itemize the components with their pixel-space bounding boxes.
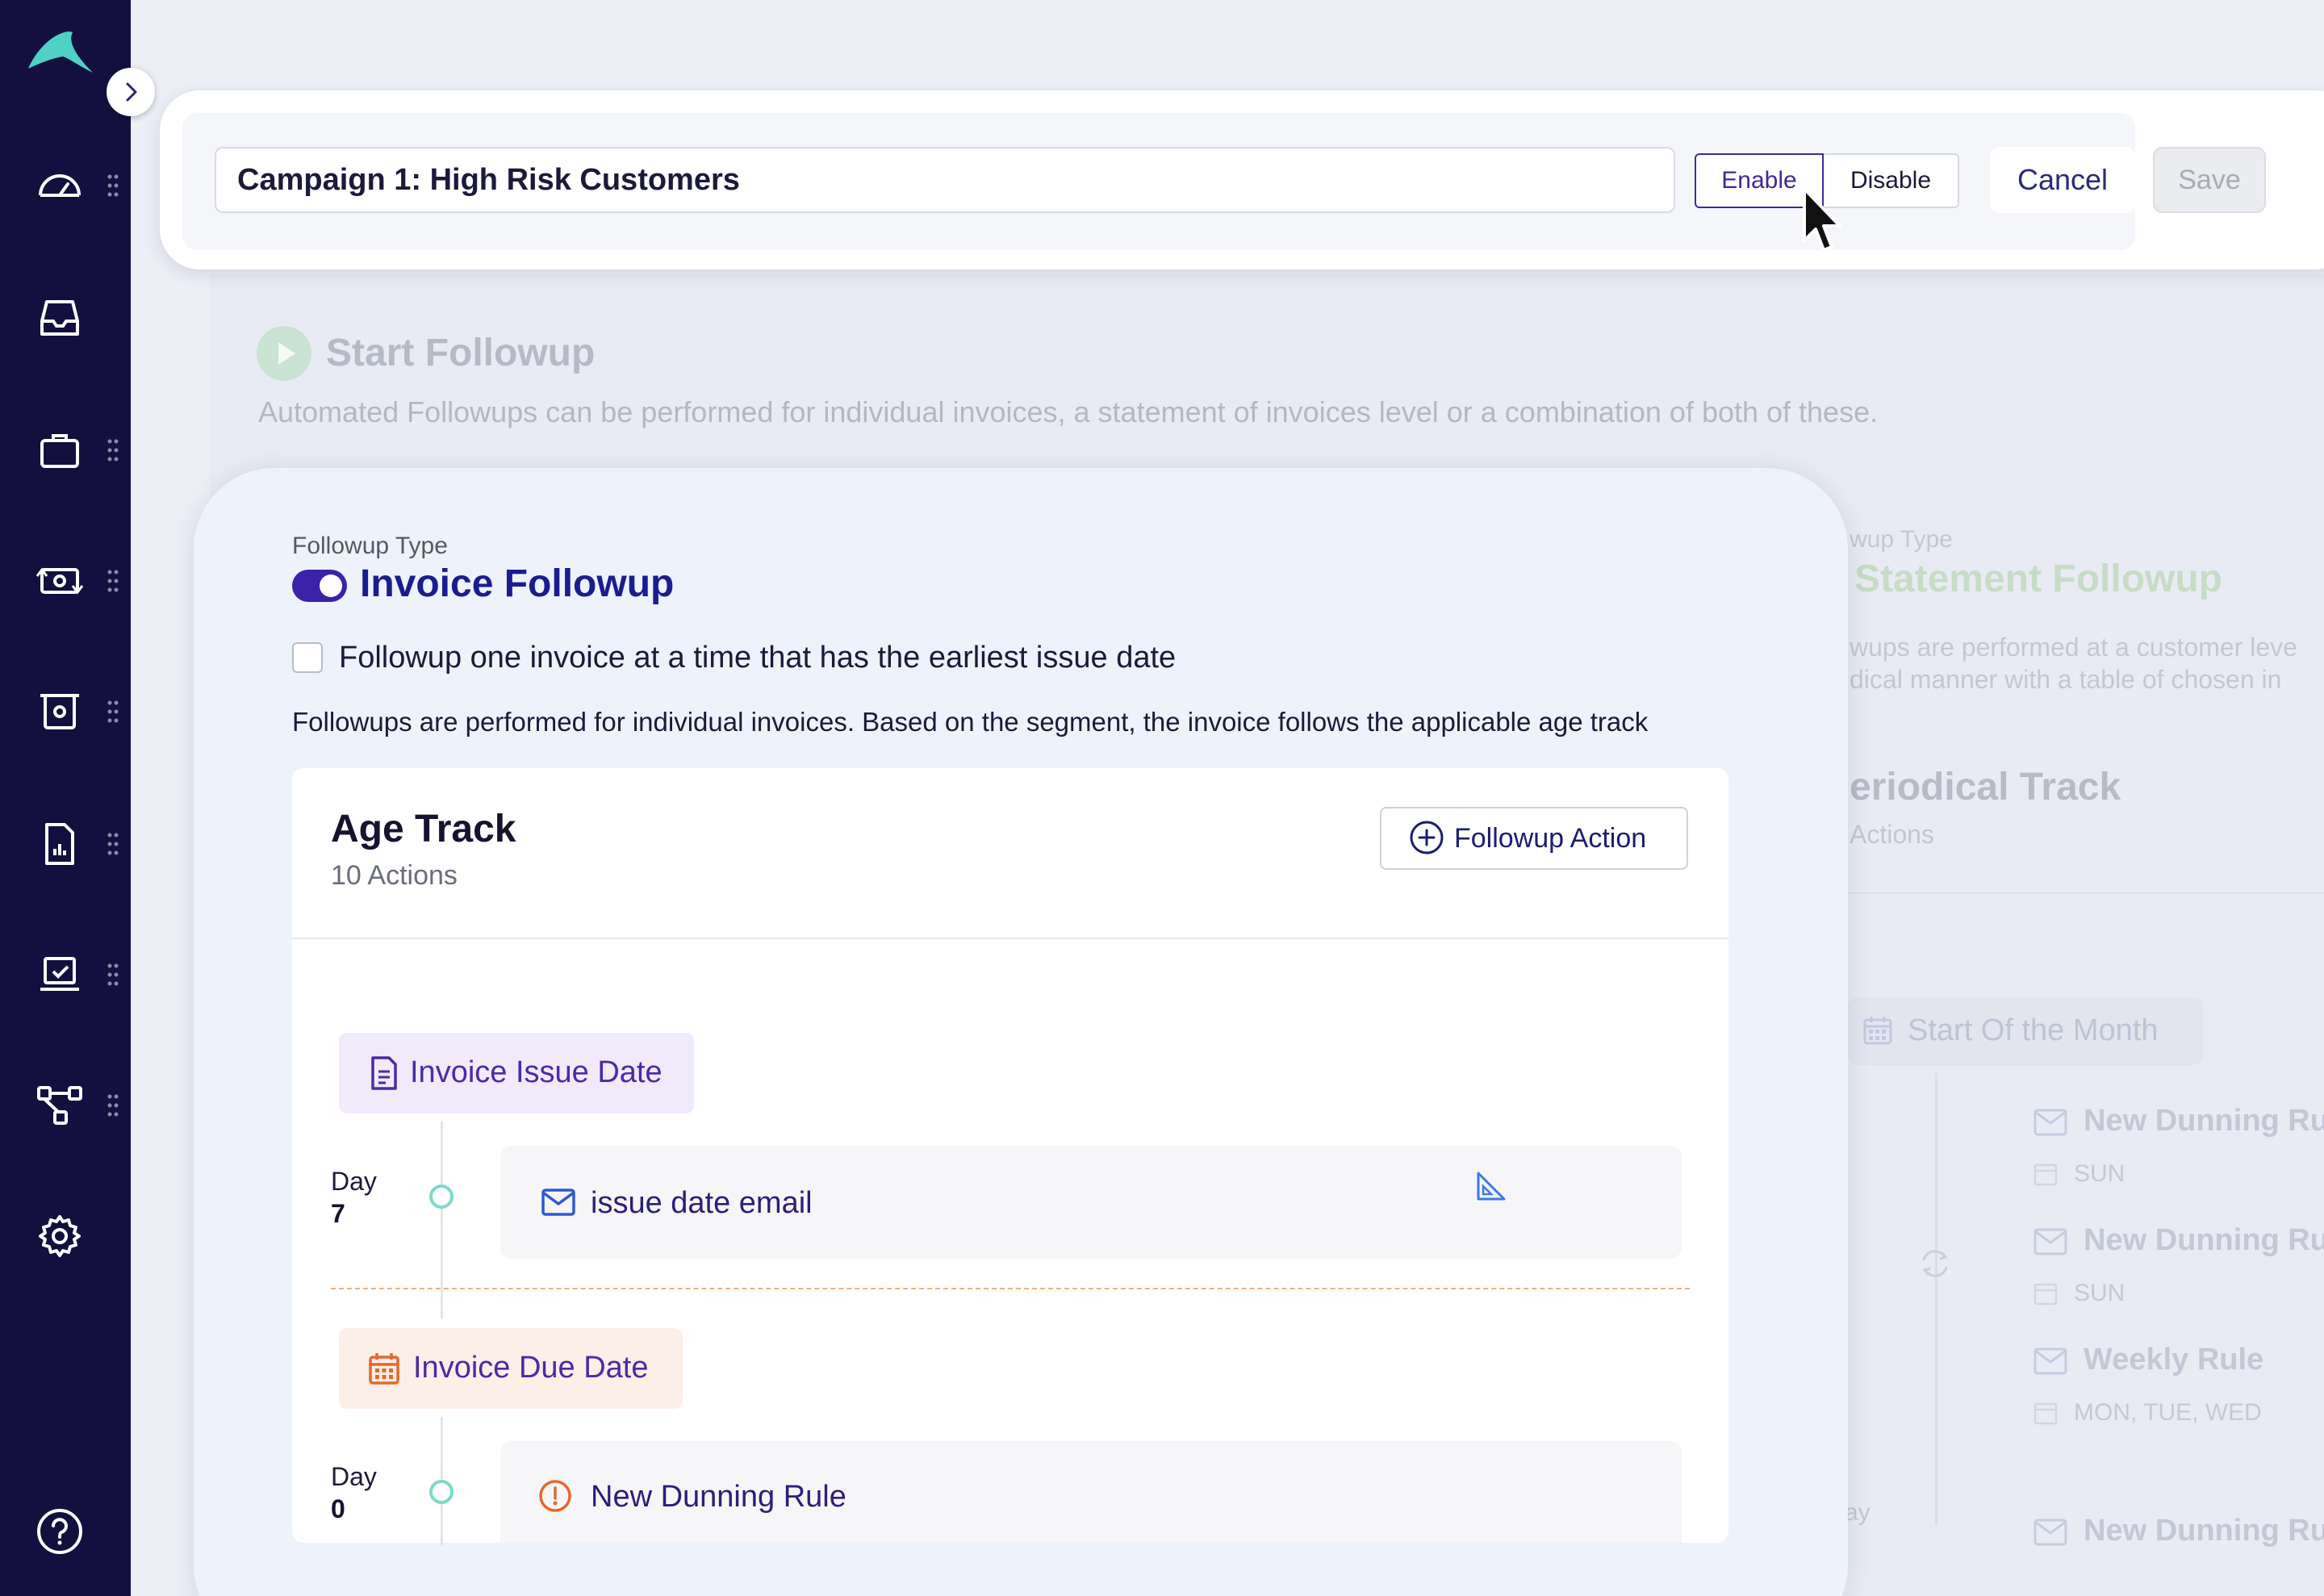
mail-icon (2034, 1109, 2067, 1136)
sidebar-item-dashboard[interactable] (0, 145, 131, 226)
save-button[interactable]: Save (2153, 147, 2266, 213)
start-followup-description: Automated Followups can be performed for… (258, 395, 1879, 428)
sidebar-item-disputes[interactable] (0, 671, 131, 752)
gear-icon (39, 1215, 81, 1257)
gauge-icon (39, 174, 81, 197)
ghost-rule-item: New Dunning Ru SUN (2034, 1104, 2324, 1217)
start-followup-title: Start Followup (326, 332, 596, 374)
followup-type-label: Followup Type (292, 533, 448, 559)
mail-icon (2034, 1347, 2067, 1375)
workflow-icon (37, 1086, 82, 1125)
drag-handle-icon[interactable] (107, 700, 119, 724)
campaign-name-input[interactable] (215, 147, 1675, 213)
drag-handle-icon[interactable] (107, 569, 119, 593)
rule-days: SUN (2074, 1280, 2125, 1306)
day-label: Day (331, 1462, 377, 1491)
drag-handle-icon[interactable] (107, 1093, 119, 1118)
logo-icon (28, 31, 93, 73)
due-date-separator (331, 1288, 1690, 1289)
plus-circle-icon (1410, 821, 1444, 854)
drag-handle-icon[interactable] (107, 438, 119, 462)
mail-icon (2034, 1519, 2067, 1546)
help-icon[interactable] (34, 1506, 86, 1557)
briefcase-icon (40, 434, 79, 468)
document-icon (371, 1056, 397, 1090)
ghost-rule-item: New Dunning Ru SUN (2034, 1223, 2324, 1336)
day-number: 7 (331, 1199, 345, 1228)
sidebar-item-tasks[interactable] (0, 934, 131, 1015)
divider (292, 938, 1728, 939)
rule-name: Weekly Rule (2084, 1343, 2264, 1377)
invoice-followup-title: Invoice Followup (360, 562, 675, 605)
mouse-cursor-icon (1803, 187, 1841, 252)
rule-name: New Dunning Ru (2084, 1223, 2324, 1257)
play-icon (257, 326, 311, 381)
drag-handle-icon[interactable] (107, 963, 119, 987)
calendar-icon (2034, 1402, 2058, 1425)
periodical-track-title: eriodical Track (1850, 766, 2121, 808)
warning-circle-icon (539, 1480, 571, 1512)
timeline-line (1935, 1073, 1937, 1525)
mail-icon (2034, 1228, 2067, 1255)
followup-action-card[interactable]: issue date email (500, 1146, 1682, 1259)
periodical-track-count: Actions (1850, 820, 1934, 849)
statement-description-line: wups are performed at a customer leve (1850, 633, 2297, 662)
statement-description-line: dical manner with a table of chosen in (1850, 665, 2282, 694)
start-of-month-label: Start Of the Month (1908, 1013, 2159, 1047)
cancel-button[interactable]: Cancel (1990, 147, 2135, 213)
day-label-fragment: ay (1845, 1499, 1870, 1526)
timeline-dot (429, 1184, 454, 1209)
invoice-due-date-milestone: Invoice Due Date (339, 1328, 683, 1409)
drag-handle-icon[interactable] (107, 832, 119, 856)
timeline-dot (429, 1480, 454, 1504)
earliest-invoice-checkbox[interactable] (292, 642, 323, 673)
milestone-label: Invoice Due Date (413, 1351, 649, 1385)
statement-followup-title: Statement Followup (1854, 558, 2222, 600)
sidebar-item-workflows[interactable] (0, 1065, 131, 1146)
milestone-label: Invoice Issue Date (410, 1055, 663, 1089)
rule-days: SUN (2074, 1160, 2125, 1187)
followup-action-card[interactable]: New Dunning Rule (500, 1441, 1682, 1543)
mail-icon (541, 1189, 575, 1216)
earliest-invoice-checkbox-label: Followup one invoice at a time that has … (339, 641, 1177, 675)
rule-name: New Dunning Ru (2084, 1104, 2324, 1138)
invoice-followup-toggle[interactable] (292, 570, 347, 602)
rule-name: New Dunning Ru (2084, 1514, 2324, 1548)
statement-type-label: wup Type (1850, 526, 1953, 553)
age-track-count: 10 Actions (331, 860, 458, 891)
calendar-icon (1863, 1017, 1892, 1045)
report-file-icon (45, 823, 74, 865)
cash-cycle-icon (36, 567, 84, 595)
divider (1840, 892, 2324, 894)
set-square-icon[interactable] (1472, 1168, 1507, 1204)
sidebar-item-payments[interactable] (0, 541, 131, 621)
calendar-icon (2034, 1164, 2058, 1186)
sidebar-item-settings[interactable] (0, 1196, 131, 1276)
action-name: New Dunning Rule (591, 1480, 846, 1514)
action-name: issue date email (591, 1186, 813, 1220)
calendar-icon (2034, 1283, 2058, 1306)
toggle-knob (320, 574, 342, 597)
invoice-followup-description: Followups are performed for individual i… (292, 707, 1649, 737)
sidebar-item-inbox[interactable] (0, 278, 131, 358)
laptop-check-icon (40, 957, 79, 991)
sidebar-item-reports[interactable] (0, 804, 131, 884)
inbox-icon (40, 300, 79, 336)
calendar-icon (369, 1353, 399, 1385)
sidebar-item-briefcase[interactable] (0, 410, 131, 491)
invoice-issue-date-milestone: Invoice Issue Date (339, 1033, 694, 1113)
age-track-title: Age Track (331, 808, 516, 850)
ghost-rule-item: New Dunning Ru (2034, 1514, 2324, 1562)
drag-handle-icon[interactable] (107, 173, 119, 198)
day-label: Day (331, 1167, 377, 1196)
sidebar-collapse-button[interactable] (107, 68, 155, 116)
sidebar (0, 0, 131, 1596)
repeat-icon (1922, 1250, 1948, 1277)
chevron-right-icon (126, 82, 137, 102)
device-icon (40, 694, 79, 729)
ghost-rule-item: Weekly Rule MON, TUE, WED (2034, 1343, 2324, 1456)
day-number: 0 (331, 1494, 345, 1523)
rule-days: MON, TUE, WED (2074, 1399, 2262, 1426)
